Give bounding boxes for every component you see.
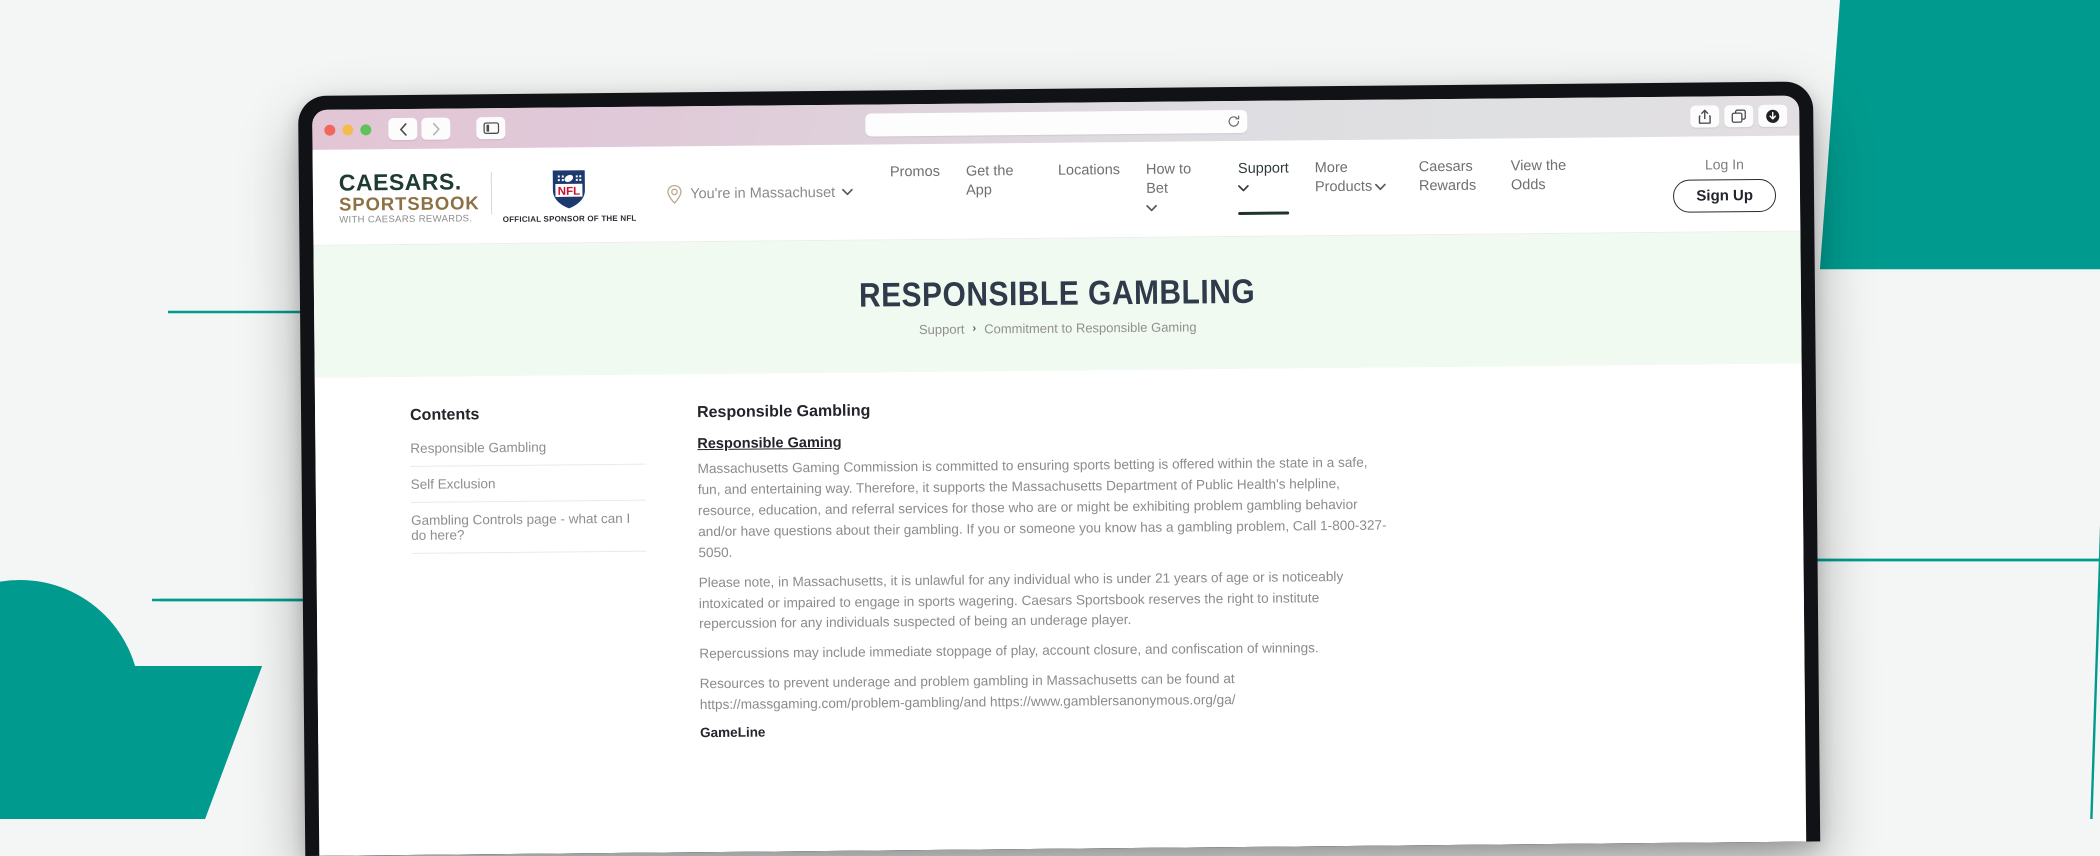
auth-area: Log In Sign Up xyxy=(1673,155,1776,212)
nav-item-how-to-bet[interactable]: How to Bet xyxy=(1133,160,1226,218)
breadcrumb-separator-icon: › xyxy=(972,323,976,335)
reload-icon[interactable] xyxy=(1227,114,1240,127)
logo-divider xyxy=(490,172,491,214)
breadcrumb: Support › Commitment to Responsible Gami… xyxy=(919,319,1197,337)
active-nav-underline xyxy=(1238,211,1289,215)
minimize-window-button[interactable] xyxy=(342,124,353,135)
address-bar[interactable] xyxy=(865,109,1247,136)
logo-rewards-text: WITH CAESARS REWARDS. xyxy=(339,214,480,225)
nav-item-more-products[interactable]: More Products xyxy=(1302,158,1406,197)
chevron-down-icon xyxy=(1146,205,1157,212)
article-paragraph: Please note, in Massachusetts, it is unl… xyxy=(699,566,1390,635)
nav-label: View the Odds xyxy=(1511,157,1577,196)
toc-item-self-exclusion[interactable]: Self Exclusion xyxy=(411,465,646,503)
page-content: Contents Responsible Gambling Self Exclu… xyxy=(315,364,1805,744)
nav-label: Locations xyxy=(1058,161,1120,181)
nav-label: Get the App xyxy=(966,162,1032,201)
nav-label: More Products xyxy=(1315,158,1393,197)
location-selector[interactable]: You're in Massachuset xyxy=(666,182,853,204)
nav-label: How to Bet xyxy=(1146,160,1212,199)
article-section-title: Responsible Gaming xyxy=(697,430,1387,453)
chevron-down-icon xyxy=(842,189,853,196)
maximize-window-button[interactable] xyxy=(360,124,371,135)
article-paragraph: Massachusetts Gaming Commission is commi… xyxy=(698,453,1389,564)
browser-window: CAESARS. SPORTSBOOK WITH CAESARS REWARDS… xyxy=(298,81,1820,856)
downloads-button[interactable] xyxy=(1758,105,1787,127)
logo-sportsbook-text: SPORTSBOOK xyxy=(339,194,480,214)
page-title: RESPONSIBLE GAMBLING xyxy=(859,272,1256,315)
location-label: You're in Massachuset xyxy=(690,184,835,201)
chevron-right-icon xyxy=(432,122,440,135)
nav-item-locations[interactable]: Locations xyxy=(1045,161,1133,181)
nav-label: Caesars Rewards xyxy=(1419,157,1485,196)
sidebar-toggle-icon xyxy=(483,122,499,134)
nav-item-view-the-odds[interactable]: View the Odds xyxy=(1498,156,1590,195)
contents-sidebar: Contents Responsible Gambling Self Exclu… xyxy=(410,405,648,743)
share-button[interactable] xyxy=(1690,105,1719,127)
nav-item-support[interactable]: Support xyxy=(1225,159,1302,198)
article-heading: Responsible Gambling xyxy=(697,398,1387,423)
downloads-icon xyxy=(1765,108,1780,123)
page-hero: RESPONSIBLE GAMBLING Support › Commitmen… xyxy=(313,232,1801,378)
nav-label: Promos xyxy=(890,163,940,183)
close-window-button[interactable] xyxy=(324,124,335,135)
article-next-section-title: GameLine xyxy=(700,719,1390,741)
nav-item-caesars-rewards[interactable]: Caesars Rewards xyxy=(1406,157,1498,196)
toc-item-responsible-gambling[interactable]: Responsible Gambling xyxy=(410,437,645,467)
browser-viewport: CAESARS. SPORTSBOOK WITH CAESARS REWARDS… xyxy=(312,96,1806,856)
article-body: Responsible Gambling Responsible Gaming … xyxy=(697,398,1390,741)
chevron-down-icon xyxy=(1238,185,1249,192)
site-header: CAESARS. SPORTSBOOK WITH CAESARS REWARDS… xyxy=(313,136,1801,246)
nfl-shield-icon: NFL xyxy=(550,167,588,211)
sign-up-button[interactable]: Sign Up xyxy=(1673,178,1776,212)
article-paragraph: Resources to prevent underage and proble… xyxy=(700,668,1390,716)
logo-sponsor-text: OFFICIAL SPONSOR OF THE NFL xyxy=(503,213,637,223)
log-in-link[interactable]: Log In xyxy=(1705,156,1744,172)
logo-caesars-text: CAESARS. xyxy=(339,170,480,194)
share-icon xyxy=(1698,109,1711,124)
nav-item-get-the-app[interactable]: Get the App xyxy=(953,162,1045,201)
nav-label: Support xyxy=(1238,159,1289,179)
forward-button[interactable] xyxy=(421,118,450,140)
article-paragraph: Repercussions may include immediate stop… xyxy=(699,638,1389,666)
tab-overview-button[interactable] xyxy=(1724,105,1753,127)
breadcrumb-current: Commitment to Responsible Gaming xyxy=(984,319,1197,336)
location-pin-icon xyxy=(666,184,683,204)
sidebar-toggle-button[interactable] xyxy=(476,117,505,139)
svg-text:NFL: NFL xyxy=(558,185,580,197)
caesars-sportsbook-logo[interactable]: CAESARS. SPORTSBOOK WITH CAESARS REWARDS… xyxy=(339,166,637,225)
chevron-down-icon xyxy=(1375,183,1386,190)
back-button[interactable] xyxy=(388,118,417,140)
chevron-left-icon xyxy=(399,122,407,135)
nav-item-promos[interactable]: Promos xyxy=(877,163,953,183)
tab-overview-icon xyxy=(1731,109,1746,123)
breadcrumb-parent[interactable]: Support xyxy=(919,321,965,336)
main-navigation: Promos Get the App Locations How to Bet … xyxy=(877,156,1664,221)
toc-item-gambling-controls[interactable]: Gambling Controls page - what can I do h… xyxy=(411,501,646,554)
window-controls[interactable] xyxy=(324,124,371,135)
contents-heading: Contents xyxy=(410,405,645,425)
